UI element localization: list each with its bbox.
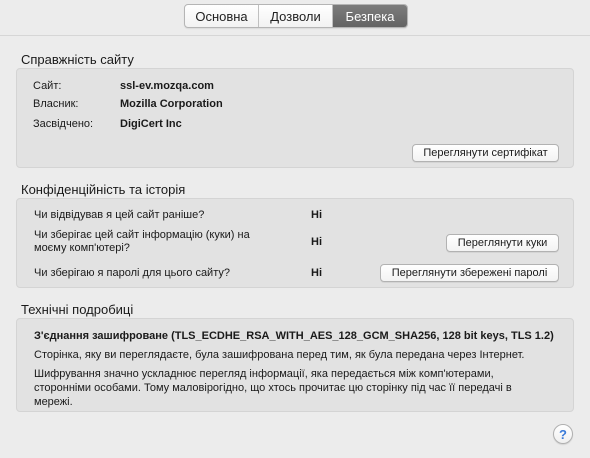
tab-divider: [0, 35, 590, 36]
site-value: ssl-ev.mozqa.com: [120, 80, 214, 92]
identity-box: Сайт: ssl-ev.mozqa.com Власник: Mozilla …: [16, 68, 574, 168]
tab-general[interactable]: Основна: [185, 5, 259, 27]
cookies-question-line2: моєму комп'ютері?: [34, 242, 130, 254]
view-saved-passwords-button[interactable]: Переглянути збережені паролі: [380, 264, 559, 282]
visited-question: Чи відвідував я цей сайт раніше?: [34, 209, 205, 221]
passwords-question: Чи зберігаю я паролі для цього сайту?: [34, 267, 230, 279]
owner-value: Mozilla Corporation: [120, 98, 223, 110]
view-cookies-button[interactable]: Переглянути куки: [446, 234, 559, 252]
verified-label: Засвідчено:: [33, 118, 94, 130]
encryption-explanation-line3: мережі.: [34, 396, 73, 408]
privacy-section-title: Конфіденційність та історія: [21, 182, 186, 197]
encryption-heading: З'єднання зашифроване (TLS_ECDHE_RSA_WIT…: [34, 330, 554, 342]
owner-label: Власник:: [33, 98, 79, 110]
help-button[interactable]: ?: [553, 424, 573, 444]
tab-security[interactable]: Безпека: [333, 5, 407, 27]
passwords-answer: Ні: [311, 267, 322, 279]
cookies-question-line1: Чи зберігає цей сайт інформацію (куки) н…: [34, 229, 250, 241]
tab-permissions[interactable]: Дозволи: [259, 5, 333, 27]
cookies-answer: Ні: [311, 236, 322, 248]
tab-bar: Основна Дозволи Безпека: [184, 4, 408, 28]
identity-section-title: Справжність сайту: [21, 52, 134, 67]
technical-section-title: Технічні подробиці: [21, 302, 134, 317]
verified-value: DigiCert Inc: [120, 118, 182, 130]
technical-box: З'єднання зашифроване (TLS_ECDHE_RSA_WIT…: [16, 318, 574, 412]
visited-answer: Ні: [311, 209, 322, 221]
privacy-box: Чи відвідував я цей сайт раніше? Ні Чи з…: [16, 198, 574, 288]
site-label: Сайт:: [33, 80, 62, 92]
encryption-description: Сторінка, яку ви переглядаєте, була заши…: [34, 349, 525, 361]
help-icon: ?: [559, 426, 567, 442]
view-certificate-button[interactable]: Переглянути сертифікат: [412, 144, 559, 162]
